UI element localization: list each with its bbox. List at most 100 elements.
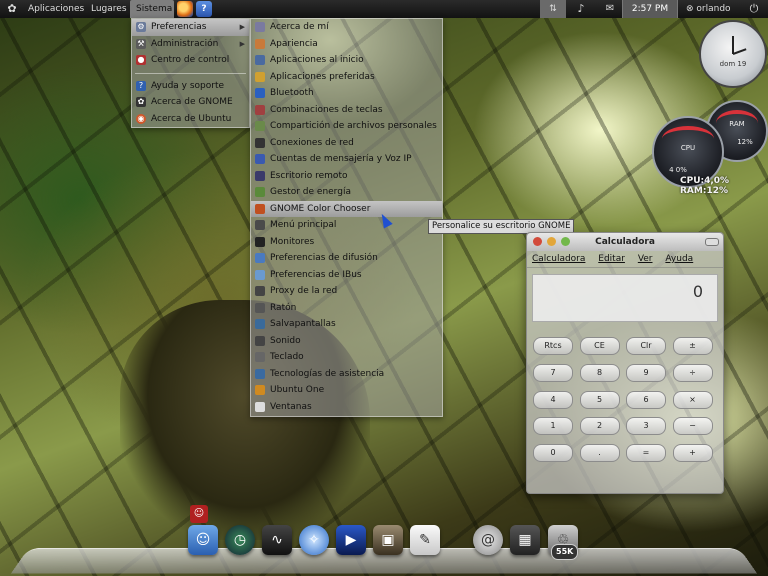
power-icon[interactable]: ⏻ [746, 0, 762, 18]
pref-item[interactable]: Escritorio remoto [251, 168, 442, 185]
calculator-display[interactable]: 0 [532, 274, 718, 322]
menu-item-about-ubuntu[interactable]: ◉ Acerca de Ubuntu [132, 111, 249, 128]
close-button[interactable] [533, 237, 542, 246]
menu-editar[interactable]: Editar [598, 251, 625, 267]
pref-item[interactable]: Compartición de archivos personales [251, 118, 442, 135]
calc-key[interactable]: 8 [579, 363, 620, 382]
calc-key[interactable]: ± [672, 337, 713, 355]
calculator-titlebar[interactable]: Calculadora [527, 233, 723, 251]
pref-item-icon [255, 88, 265, 98]
pref-item-icon [255, 137, 265, 148]
calc-key[interactable]: 9 [626, 363, 666, 382]
pref-item[interactable]: Bluetooth [251, 85, 442, 102]
help-icon[interactable]: ? [196, 1, 212, 17]
pref-item[interactable]: Salvapantallas [251, 316, 442, 333]
pref-item[interactable]: Ubuntu One [251, 382, 442, 399]
activity-monitor-icon[interactable]: ∿ [262, 525, 292, 555]
clock-date-label: dom 19 [719, 60, 747, 68]
pref-item[interactable]: Aplicaciones al inicio [251, 52, 442, 69]
pref-item[interactable]: Proxy de la red [251, 283, 442, 300]
user-switch[interactable]: ⊗ orlando [686, 0, 731, 18]
calc-key[interactable]: 5 [579, 390, 620, 409]
menu-calculadora[interactable]: Calculadora [532, 251, 585, 267]
calc-key[interactable]: 0 [533, 444, 573, 463]
pref-item-label: Conexiones de red [270, 137, 354, 148]
calc-key[interactable]: CE [579, 337, 620, 355]
pref-item[interactable]: Acerca de mí [251, 19, 442, 36]
pref-item-icon [255, 385, 265, 395]
mail-icon[interactable]: ✉ [601, 0, 619, 18]
pref-item-icon [255, 220, 265, 230]
pref-item[interactable]: Preferencias de IBus [251, 267, 442, 284]
mail-at-icon[interactable]: @ [473, 525, 503, 555]
calc-key[interactable]: + [672, 444, 713, 463]
time-machine-icon[interactable]: ◷ [225, 525, 255, 555]
calc-key[interactable]: 4 [533, 390, 573, 409]
menu-item-administration[interactable]: ⚒ Administración ▶ [132, 36, 249, 53]
calc-key[interactable]: Clr [626, 337, 666, 355]
applications-menu[interactable]: Aplicaciones [28, 0, 84, 18]
gnome-foot-icon[interactable]: ✿ [4, 0, 20, 18]
pref-item[interactable]: Combinaciones de teclas [251, 102, 442, 119]
preferences-icon: ⚙ [136, 22, 146, 32]
textedit-icon[interactable]: ✎ [410, 525, 440, 555]
cpu-gauge-value: 4 0% [669, 166, 687, 174]
calc-key[interactable]: . [579, 444, 620, 463]
pref-item[interactable]: Monitores [251, 234, 442, 251]
calc-key[interactable]: × [672, 390, 713, 409]
pref-item-label: Aplicaciones preferidas [270, 71, 375, 82]
system-menu[interactable]: Sistema [130, 0, 174, 18]
finder-icon[interactable]: ☺ [188, 525, 218, 555]
pref-item[interactable]: Ratón [251, 300, 442, 317]
pictures-icon[interactable]: ▦ [510, 525, 540, 555]
calc-key[interactable]: 6 [626, 390, 666, 409]
calc-key[interactable]: = [626, 444, 666, 463]
pref-item[interactable]: Preferencias de difusión [251, 250, 442, 267]
safari-icon[interactable]: ✧ [299, 525, 329, 555]
pref-item[interactable]: GNOME Color Chooser [251, 200, 442, 217]
calc-key[interactable]: ÷ [672, 363, 713, 382]
pref-item[interactable]: Ventanas [251, 399, 442, 416]
menu-item-preferences[interactable]: ⚙ Preferencias ▶ [132, 19, 249, 36]
calc-key[interactable]: Rtcs [533, 337, 573, 355]
pref-item[interactable]: Cuentas de mensajería y Voz IP [251, 151, 442, 168]
pref-item[interactable]: Gestor de energía [251, 184, 442, 201]
network-icon[interactable]: ⇅ [540, 0, 566, 18]
pref-item[interactable]: Menú principal [251, 217, 442, 234]
minimize-button[interactable] [547, 237, 556, 246]
menu-ayuda[interactable]: Ayuda [665, 251, 693, 267]
pref-item[interactable]: Apariencia [251, 36, 442, 53]
analog-clock-desklet: dom 19 [699, 20, 767, 88]
toolbar-toggle-button[interactable] [705, 238, 719, 246]
pref-item-label: Ventanas [270, 401, 312, 412]
calc-key[interactable]: 7 [533, 363, 573, 382]
places-menu[interactable]: Lugares [91, 0, 127, 18]
pref-item[interactable]: Sonido [251, 333, 442, 350]
pref-item-label: Proxy de la red [270, 286, 338, 296]
pref-item[interactable]: Conexiones de red [251, 135, 442, 152]
volume-icon[interactable]: ♪ [572, 0, 590, 18]
clock[interactable]: 2:57 PM [622, 0, 678, 18]
calc-key[interactable]: 2 [579, 417, 620, 436]
pref-item[interactable]: Aplicaciones preferidas [251, 69, 442, 86]
menu-item-label: Centro de control [151, 55, 230, 65]
pref-item-label: Preferencias de difusión [270, 253, 378, 263]
pref-item[interactable]: Teclado [251, 349, 442, 366]
pref-item-label: Ratón [270, 302, 297, 313]
menu-separator [135, 72, 246, 74]
firefox-icon[interactable] [177, 1, 193, 17]
pref-item[interactable]: Tecnologías de asistencia [251, 366, 442, 383]
clapper-icon[interactable]: ▶ [336, 525, 366, 555]
photo-icon[interactable]: ▣ [373, 525, 403, 555]
calc-key[interactable]: 1 [533, 417, 573, 436]
ubuntu-icon: ◉ [136, 113, 146, 124]
menu-item-help-support[interactable]: ? Ayuda y soporte [132, 78, 249, 95]
calc-key[interactable]: 3 [626, 417, 666, 436]
menu-ver[interactable]: Ver [638, 251, 653, 267]
pref-item-icon [255, 71, 265, 82]
maximize-button[interactable] [561, 237, 570, 246]
calc-key[interactable]: − [672, 417, 713, 436]
menu-item-about-gnome[interactable]: ✿ Acerca de GNOME [132, 94, 249, 111]
menu-item-control-center[interactable]: ● Centro de control [132, 52, 249, 69]
pref-item-label: Tecnologías de asistencia [270, 368, 385, 379]
